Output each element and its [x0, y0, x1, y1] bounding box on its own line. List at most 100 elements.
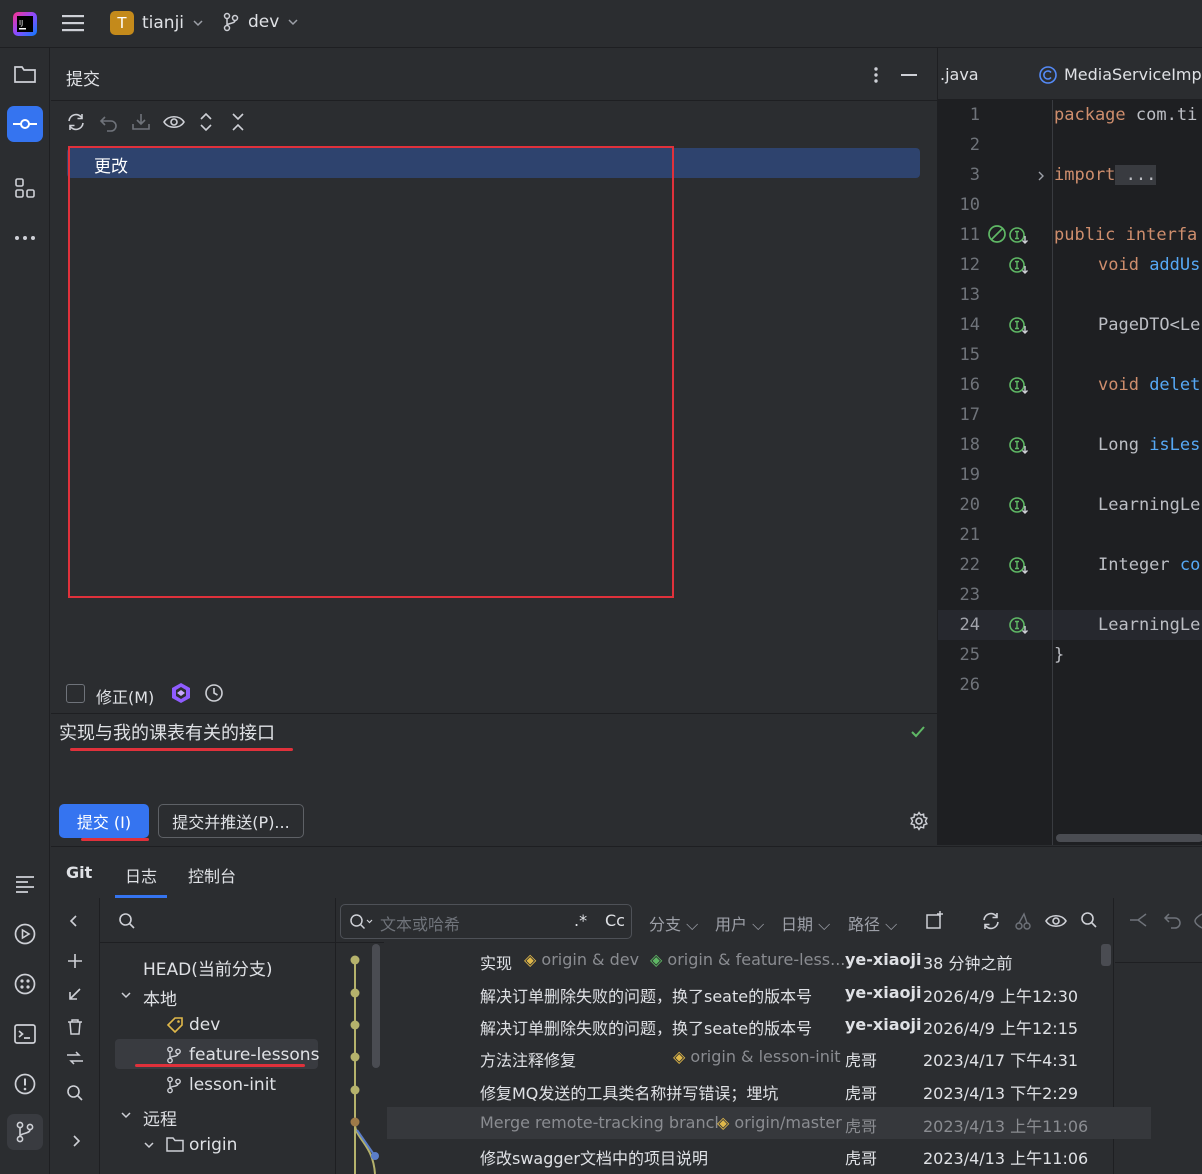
rollback-icon[interactable] [99, 112, 119, 132]
eye-icon[interactable] [162, 112, 186, 132]
implemented-icon[interactable] [1008, 496, 1030, 516]
tab-git[interactable]: Git [66, 863, 92, 882]
code-line-22: Integer co [1098, 555, 1201, 575]
expand-all-icon[interactable] [199, 112, 213, 132]
line-number: 25 [959, 645, 980, 665]
chevron-left-icon[interactable] [69, 914, 79, 928]
commit-row[interactable]: Merge remote-tracking brancl ◈ origin/mas… [387, 1107, 1151, 1139]
commit-row[interactable]: 解决订单删除失败的问题，换了seate的版本号 ye-xiaoji 2026/4/9… [387, 977, 1151, 1009]
project-folder-icon[interactable] [7, 56, 43, 92]
commit-row[interactable]: 修复MQ发送的工具类名称拼写错误；埋坑 虎哥 2023/4/13 下午2:29 [387, 1074, 1151, 1106]
editor-tab-mediaserviceimpl[interactable]: MediaServiceImpl. [1064, 65, 1202, 84]
line-number: 18 [959, 435, 980, 455]
branch-feature-lessons[interactable]: feature-lessons [189, 1045, 319, 1065]
remote-origin[interactable]: origin [189, 1135, 237, 1155]
more-tools-icon[interactable] [7, 220, 43, 256]
delete-icon[interactable] [67, 1018, 83, 1036]
eye-icon[interactable] [1044, 911, 1068, 931]
search-icon[interactable] [118, 912, 136, 930]
cherry-pick-icon[interactable] [1014, 911, 1032, 931]
git-tool-icon[interactable] [7, 1114, 43, 1150]
chevron-down-icon[interactable] [120, 990, 132, 1000]
chevron-down-icon[interactable] [143, 1140, 155, 1150]
filter-user[interactable]: 用户 ⌵ [715, 911, 764, 935]
commit-author: ye-xiaoji [845, 950, 922, 969]
line-number: 14 [959, 315, 980, 335]
filter-path[interactable]: 路径 ⌵ [848, 911, 897, 935]
code-line-20: LearningLe [1098, 495, 1201, 515]
match-case-toggle[interactable]: Cc [605, 911, 625, 930]
app-logo-icon[interactable]: IJ [12, 11, 38, 37]
editor-tab[interactable]: .java [940, 65, 979, 84]
log-search-field[interactable]: 文本或哈希 .* Cc [340, 904, 632, 939]
terminal-icon[interactable] [7, 1016, 43, 1052]
back-icon[interactable] [1128, 911, 1148, 929]
tab-log[interactable]: 日志 [125, 863, 157, 887]
fold-chevron-icon[interactable] [1036, 170, 1046, 182]
implemented-icon[interactable] [1008, 436, 1030, 456]
branch-lesson-init[interactable]: lesson-init [189, 1075, 276, 1095]
problems-icon[interactable] [7, 1066, 43, 1102]
search-icon[interactable] [66, 1084, 84, 1102]
chevron-right-icon[interactable] [71, 1134, 81, 1148]
ai-assistant-icon[interactable] [170, 682, 192, 704]
regex-toggle[interactable]: .* [574, 911, 587, 930]
structure-icon[interactable] [7, 170, 43, 206]
pull-icon[interactable] [67, 986, 83, 1002]
refresh-icon[interactable] [65, 112, 87, 132]
commit-message-input[interactable]: 实现与我的课表有关的接口 [59, 719, 275, 745]
project-avatar: T [110, 11, 134, 35]
remote-branches-node[interactable]: 远程 [143, 1105, 177, 1130]
code-line-16: void delet [1098, 375, 1201, 395]
download-icon[interactable] [131, 112, 151, 132]
plugins-icon[interactable] [7, 966, 43, 1002]
code-line-25: } [1054, 645, 1065, 665]
services-icon[interactable] [7, 916, 43, 952]
tab-console[interactable]: 控制台 [188, 863, 236, 887]
chevron-down-icon[interactable] [120, 1110, 132, 1120]
no-bean-icon[interactable] [987, 224, 1009, 246]
history-icon[interactable] [204, 683, 224, 703]
undo-icon[interactable] [1163, 911, 1183, 929]
svg-text:IJ: IJ [19, 19, 23, 27]
eye-icon[interactable] [1194, 911, 1202, 931]
divider [51, 713, 937, 714]
horizontal-scrollbar[interactable] [1056, 834, 1202, 842]
new-tab-icon[interactable] [925, 910, 945, 930]
refresh-icon[interactable] [980, 911, 1002, 931]
compare-icon[interactable] [65, 1048, 85, 1068]
add-icon[interactable] [66, 952, 84, 970]
implemented-icon[interactable] [1008, 256, 1030, 276]
line-number: 21 [959, 525, 980, 545]
implemented-icon[interactable] [1008, 616, 1030, 636]
local-branches-node[interactable]: 本地 [143, 985, 177, 1010]
implemented-icon[interactable] [1008, 376, 1030, 396]
log-list-icon[interactable] [7, 866, 43, 902]
commit-and-push-button[interactable]: 提交并推送(P)... [158, 804, 304, 838]
project-selector[interactable]: T tianji [110, 11, 204, 35]
implemented-icon[interactable] [1008, 556, 1030, 576]
minimize-icon[interactable] [901, 74, 917, 76]
code-line-11: public interfa [1054, 225, 1198, 245]
commit-refs: ◈ origin & lesson-init [673, 1047, 841, 1066]
commit-row[interactable]: 修改swagger文档中的项目说明 虎哥 2023/4/13 上午11:06 [387, 1139, 1151, 1174]
head-branch[interactable]: HEAD(当前分支) [143, 955, 273, 980]
implemented-icon[interactable] [1008, 316, 1030, 336]
more-options-icon[interactable] [873, 66, 879, 84]
filter-date[interactable]: 日期 ⌵ [781, 911, 830, 935]
search-icon[interactable] [1080, 911, 1098, 929]
main-menu-icon[interactable] [62, 13, 84, 33]
commit-tool-icon[interactable] [7, 106, 43, 142]
settings-gear-icon[interactable] [909, 811, 929, 831]
branch-selector[interactable]: dev [222, 12, 299, 32]
implemented-icon[interactable] [1008, 226, 1030, 246]
commit-button[interactable]: 提交 (I) [59, 804, 149, 838]
collapse-all-icon[interactable] [231, 112, 245, 132]
amend-checkbox[interactable] [66, 684, 85, 703]
commit-row[interactable]: 方法注释修复 ◈ origin & lesson-init 虎哥 2023/4/17 … [387, 1041, 1151, 1073]
filter-branch[interactable]: 分支 ⌵ [649, 911, 698, 935]
commit-row[interactable]: 实现 ◈ origin & dev ◈ origin & feature-less.… [387, 944, 1151, 976]
commit-row[interactable]: 解决订单删除失败的问题，换了seate的版本号 ye-xiaoji 2026/4/9… [387, 1009, 1151, 1041]
branch-dev[interactable]: dev [189, 1015, 220, 1035]
line-number: 2 [969, 135, 980, 155]
